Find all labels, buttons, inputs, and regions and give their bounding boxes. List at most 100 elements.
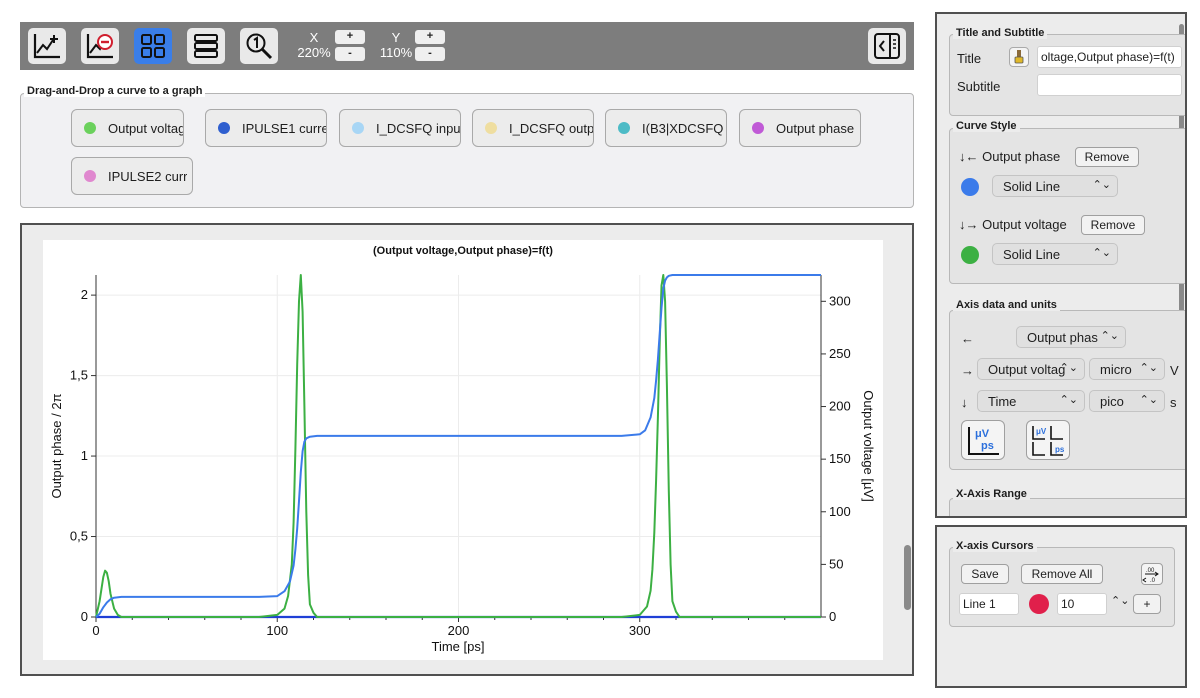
settings-panel: Title and Subtitle Title oltage,Output p… (935, 12, 1187, 518)
curve-chip[interactable]: I_DCSFQ outp (472, 109, 594, 147)
curve-chip[interactable]: I(B3|XDCSFQ (605, 109, 727, 147)
save-cursors-button[interactable]: Save (961, 564, 1009, 584)
y-left-tick-label: 1 (81, 448, 88, 463)
zoom-reset-button[interactable] (240, 28, 278, 64)
curve-chip[interactable]: IPULSE2 curr (71, 157, 193, 195)
phase-color-swatch[interactable] (961, 178, 979, 196)
graph-scrollbar[interactable] (904, 545, 911, 610)
bottom-axis-arrow: ↓ (961, 395, 968, 410)
plot-area[interactable]: (Output voltage,Output phase)=f(t) 0 100 20… (43, 240, 883, 660)
add-curve-button[interactable] (28, 28, 66, 64)
cursor-color-swatch[interactable] (1029, 594, 1049, 614)
y-right-tick-label: 0 (829, 609, 836, 624)
title-label: Title (957, 51, 982, 66)
svg-text:ps: ps (981, 440, 994, 452)
multi-axis-units-icon: μV ps (1032, 426, 1065, 456)
svg-text:.0: .0 (1150, 578, 1156, 584)
zoom-y-readout: Y 110% (378, 30, 414, 60)
y-right-tick-label: 150 (829, 451, 851, 466)
cursor-name-input[interactable]: Line 1 (959, 593, 1019, 615)
curve-color-dot (84, 122, 96, 134)
right-axis-prefix-value: micro (1100, 361, 1132, 377)
decimal-format-icon: .00 .0 (1142, 568, 1159, 584)
remove-phase-button[interactable]: Remove (1075, 147, 1139, 167)
chart-svg[interactable]: (Output voltage,Output phase)=f(t)0 100 20… (43, 240, 883, 660)
x-axis-label: Time [ps] (432, 639, 485, 654)
y-right-axis-label: Output voltage [µV] (861, 390, 876, 502)
stack-layout-icon (194, 34, 218, 58)
phase-line-style-select[interactable]: Solid Line ⌃⌄ (992, 175, 1118, 197)
y-left-axis-label: Output phase / 2π (49, 393, 64, 498)
x-tick-label: 100 (266, 623, 288, 638)
svg-text:μV: μV (975, 428, 990, 440)
axis-units-icon: μV ps (968, 427, 999, 455)
bottom-axis-prefix-value: pico (1100, 393, 1124, 409)
cursor-value-stepper[interactable]: ⌃⌄ (1111, 594, 1129, 607)
zoom-y-label: Y (391, 30, 401, 45)
bottom-axis-unit: s (1170, 395, 1177, 410)
y-left-tick-label: 0,5 (70, 529, 88, 544)
remove-curve-button[interactable] (81, 28, 119, 64)
zoom-x-readout: X 220% (296, 30, 332, 60)
axis-data-heading: Axis data and units (953, 299, 1060, 311)
remove-voltage-button[interactable]: Remove (1081, 215, 1145, 235)
decimal-format-button[interactable]: .00 .0 (1141, 563, 1163, 585)
left-axis-select[interactable]: Output phas ⌃⌄ (1016, 326, 1126, 348)
zoom-y-value: 110% (379, 45, 413, 60)
toolbar: X 220% + - Y 110% + - (20, 22, 914, 70)
chevron-updown-icon: ⌃⌄ (1059, 394, 1078, 406)
curve-style-label-phase: ↓← Output phase (959, 149, 1061, 164)
bottom-axis-select[interactable]: Time ⌃⌄ (977, 390, 1085, 412)
stack-layout-button[interactable] (187, 28, 225, 64)
toggle-sidebar-button[interactable] (868, 28, 906, 64)
curve-chip-label: I_DCSFQ outp (509, 120, 593, 136)
zoom-x-plus-button[interactable]: + (335, 30, 365, 44)
y-right-tick-label: 250 (829, 346, 851, 361)
cursor-value-input[interactable]: 10 (1057, 593, 1107, 615)
subtitle-input[interactable] (1037, 74, 1182, 96)
voltage-line-style-select[interactable]: Solid Line ⌃⌄ (992, 243, 1118, 265)
curve-color-dot (352, 122, 364, 134)
curve-chip[interactable]: I_DCSFQ inpu (339, 109, 461, 147)
curve-color-dot (618, 122, 630, 134)
right-axis-select[interactable]: Output voltag ⌃⌄ (977, 358, 1085, 380)
subtitle-label: Subtitle (957, 79, 1001, 94)
title-style-button[interactable] (1009, 47, 1029, 67)
add-cursor-button[interactable]: + (1133, 594, 1161, 614)
multi-axis-units-button[interactable]: μV ps (1026, 420, 1070, 460)
curve-palette-title: Drag-and-Drop a curve to a graph (24, 85, 206, 97)
curve-color-dot (218, 122, 230, 134)
zoom-reset-icon (246, 33, 273, 60)
svg-text:ps: ps (1055, 445, 1065, 454)
cursors-group (949, 547, 1175, 627)
remove-curve-icon (86, 34, 113, 59)
x-range-heading: X-Axis Range (953, 488, 1030, 500)
curve-chip[interactable]: Output phase (739, 109, 861, 147)
grid-layout-button[interactable] (134, 28, 172, 64)
right-axis-value: Output voltag (988, 361, 1066, 377)
chart-title: (Output voltage,Output phase)=f(t) (373, 245, 553, 257)
voltage-color-swatch[interactable] (961, 246, 979, 264)
svg-text:μV: μV (1036, 427, 1047, 436)
curve-chip[interactable]: Output voltag (71, 109, 184, 147)
grid-layout-icon (141, 34, 165, 58)
voltage-line-style-value: Solid Line (1003, 246, 1061, 262)
axis-units-button[interactable]: μV ps (961, 420, 1005, 460)
zoom-x-minus-button[interactable]: - (335, 47, 365, 61)
bottom-axis-prefix-select[interactable]: pico ⌃⌄ (1089, 390, 1165, 412)
left-axis-arrow: ← (961, 331, 974, 346)
zoom-y-minus-button[interactable]: - (415, 47, 445, 61)
curve-chip[interactable]: IPULSE1 curre (205, 109, 327, 147)
curve-chip-label: IPULSE2 curr (108, 168, 188, 184)
title-input[interactable]: oltage,Output phase)=f(t) (1037, 46, 1182, 68)
curve-chip-label: IPULSE1 curre (242, 120, 326, 136)
zoom-y-plus-button[interactable]: + (415, 30, 445, 44)
svg-text:.00: .00 (1146, 568, 1155, 574)
remove-all-cursors-button[interactable]: Remove All (1021, 564, 1103, 584)
right-axis-arrow: → (961, 363, 974, 378)
right-axis-prefix-select[interactable]: micro ⌃⌄ (1089, 358, 1165, 380)
y-right-tick-label: 50 (829, 556, 843, 571)
brush-icon (1014, 50, 1024, 64)
add-curve-icon (33, 34, 60, 59)
zoom-x-value: 220% (297, 45, 331, 60)
